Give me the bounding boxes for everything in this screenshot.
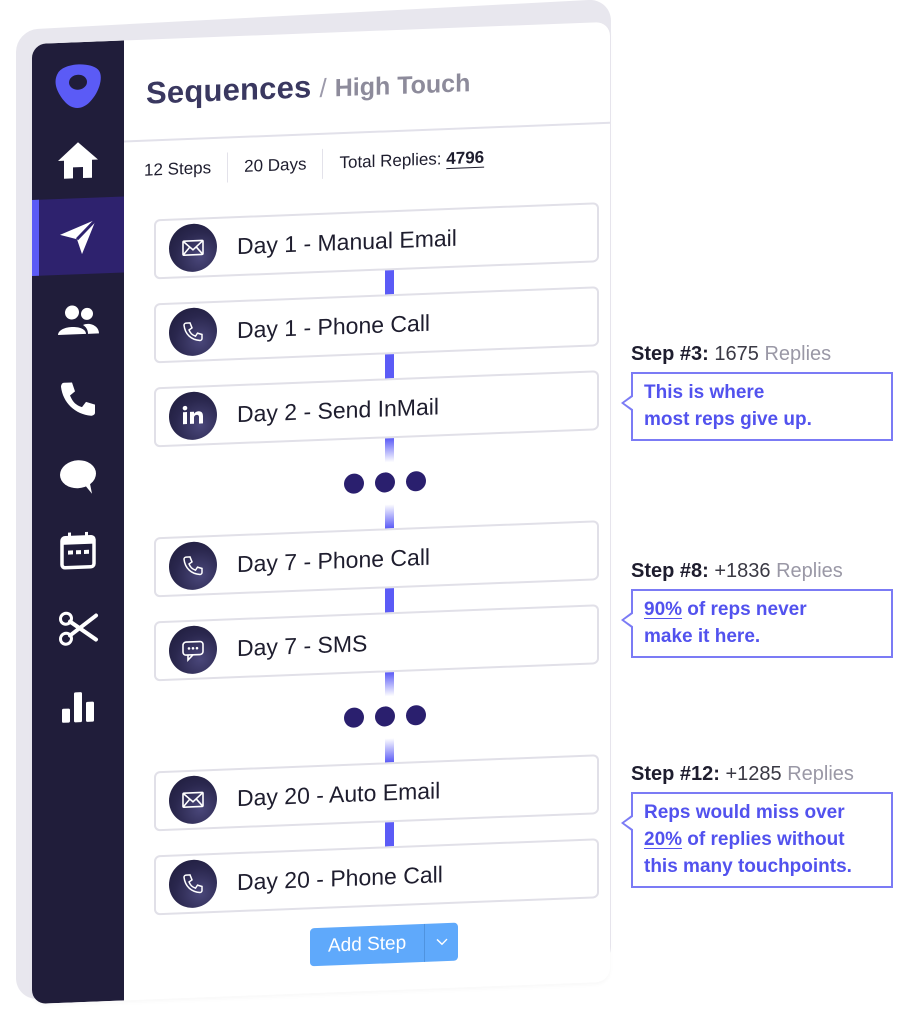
people-icon <box>58 305 99 336</box>
outreach-logo[interactable] <box>50 59 104 111</box>
page-title[interactable]: Sequences <box>146 69 312 110</box>
phone-icon <box>61 382 95 416</box>
callout-bubble: Reps would miss over 20% of replies with… <box>621 792 893 888</box>
title-divider <box>124 121 610 143</box>
email-icon <box>182 791 204 808</box>
calendar-icon <box>60 531 96 570</box>
phone-icon <box>183 874 203 894</box>
total-replies-label: Total Replies: <box>339 149 442 173</box>
add-step-button[interactable]: Add Step <box>310 924 424 966</box>
total-replies: Total Replies: 4796 <box>322 142 501 179</box>
nav-phone[interactable] <box>32 358 124 438</box>
phone-icon <box>183 322 203 342</box>
step-label: Day 20 - Phone Call <box>237 860 443 895</box>
step-label: Day 20 - Auto Email <box>237 776 441 811</box>
nav-reports[interactable] <box>32 666 124 746</box>
days-count: 20 Days <box>227 148 323 183</box>
highlight-stat: 20% <box>644 829 683 850</box>
nav-snippets[interactable] <box>32 588 124 668</box>
add-step-button-group: Add Step <box>310 922 459 967</box>
annotation-header: Step #3: 1675 Replies <box>631 343 832 365</box>
sequence-stats: 12 Steps 20 Days Total Replies: 4796 <box>144 142 501 186</box>
breadcrumb-separator: / <box>319 72 327 103</box>
sidebar <box>32 40 124 1005</box>
step-label: Day 1 - Manual Email <box>237 224 457 259</box>
stage: Sequences / High Touch 12 Steps 20 Days To… <box>0 0 902 1024</box>
nav-people[interactable] <box>32 280 124 360</box>
step-label: Day 7 - SMS <box>237 629 368 661</box>
home-icon <box>58 142 98 179</box>
step-label: Day 2 - Send InMail <box>237 392 439 427</box>
steps-count: 12 Steps <box>144 158 212 180</box>
annotation-step-3: Step #3: 1675 Replies This is where most… <box>621 343 893 441</box>
ellipsis-icon <box>344 704 426 729</box>
collapsed-steps[interactable] <box>154 664 599 771</box>
chevron-down-icon <box>436 938 448 946</box>
sequence-panel: Sequences / High Touch 12 Steps 20 Days To… <box>32 21 610 1005</box>
annotation-step-12: Step #12: +1285 Replies Reps would miss … <box>621 763 893 888</box>
nav-calendar[interactable] <box>32 510 124 590</box>
callout-bubble: This is where most reps give up. <box>621 372 893 441</box>
step-label: Day 7 - Phone Call <box>237 543 431 577</box>
collapsed-steps[interactable] <box>154 430 599 537</box>
add-step-dropdown[interactable] <box>424 922 459 962</box>
annotation-header: Step #12: +1285 Replies <box>631 763 854 785</box>
chat-bubble-icon <box>60 460 96 494</box>
annotation-header: Step #8: +1836 Replies <box>631 560 843 582</box>
linkedin-icon <box>182 405 203 425</box>
paper-plane-icon <box>60 218 98 255</box>
step-label: Day 1 - Phone Call <box>237 309 431 343</box>
total-replies-value[interactable]: 4796 <box>446 148 484 168</box>
nav-sequences[interactable] <box>32 196 124 276</box>
sms-icon <box>182 640 204 662</box>
nav-chat[interactable] <box>32 436 124 516</box>
sequence-name: High Touch <box>334 69 471 103</box>
breadcrumb: Sequences / High Touch <box>146 63 470 111</box>
annotation-step-8: Step #8: +1836 Replies 90% of reps never… <box>621 560 893 658</box>
nav-home[interactable] <box>32 120 124 200</box>
phone-icon <box>183 556 203 576</box>
step-list: Day 1 - Manual Email Day 1 - Phone Call … <box>154 202 599 916</box>
ellipsis-icon <box>344 470 426 495</box>
bar-chart-icon <box>62 692 94 723</box>
callout-bubble: 90% of reps never make it here. <box>621 589 893 658</box>
main-content: Sequences / High Touch 12 Steps 20 Days To… <box>124 22 610 1001</box>
email-icon <box>182 239 204 256</box>
highlight-stat: 90% <box>644 599 683 620</box>
scissors-icon <box>59 611 98 646</box>
